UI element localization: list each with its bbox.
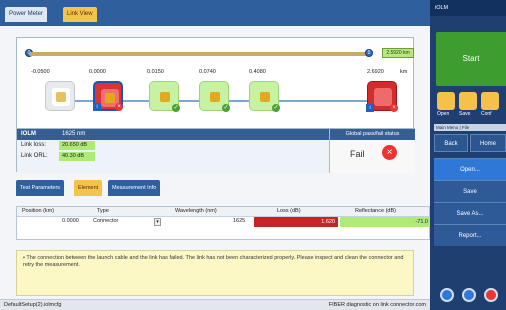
diagnostic-message: • The connection between the launch cabl… (16, 250, 414, 296)
home-button[interactable]: Home (470, 134, 506, 152)
back-button[interactable]: Back (434, 134, 468, 152)
end-marker-icon[interactable]: 0 (365, 49, 373, 57)
pass-fail-value: Fail (350, 149, 365, 159)
loss-cell: 1.620 (254, 217, 338, 227)
end-element[interactable]: i × (366, 81, 398, 112)
table-row[interactable]: 0.0000 Connector ▾ 1625 1.620 -71.0 (17, 217, 431, 227)
open-button[interactable]: Open... (434, 158, 506, 180)
distance-label: 2.6920 (367, 69, 384, 75)
config-file-name: DefaultSetup(2).iolmcfg (4, 302, 62, 308)
distance-label: 0.0150 (147, 69, 164, 75)
tab-power-meter[interactable]: Power Meter (5, 7, 48, 22)
connector-element[interactable]: ✓ (199, 81, 230, 112)
report-button[interactable]: Report... (434, 224, 506, 246)
link-view-panel: 0 0 2.5920 km -0.0500 0.0000 0.0150 0.07… (16, 37, 415, 173)
open-icon[interactable] (437, 92, 455, 110)
status-bar: DefaultSetup(2).iolmcfg FIBER diagnostic… (0, 299, 430, 310)
help-icon[interactable] (440, 288, 454, 302)
fail-icon: × (390, 104, 398, 112)
top-tab-bar: Power Meter Link View (0, 0, 430, 26)
link-length-bar (29, 52, 369, 56)
tab-element[interactable]: Element (74, 180, 103, 196)
link-loss-row: Link loss: 20.650 dB (17, 140, 329, 151)
info-icon: i (366, 104, 374, 112)
save-button[interactable]: Save (434, 180, 506, 202)
link-orl-row: Link ORL: 40.30 dB (17, 151, 329, 162)
tab-test-parameters[interactable]: Test Parameters (16, 180, 65, 196)
sidebar-bottom-icons (430, 286, 506, 306)
diagnostic-status: FIBER diagnostic on link connector.com (328, 302, 426, 308)
distance-label: -0.0500 (31, 69, 50, 75)
start-button[interactable]: Start (436, 32, 506, 86)
distance-unit: km (400, 69, 408, 75)
save-icon[interactable] (459, 92, 477, 110)
distance-label: 0.0740 (199, 69, 216, 75)
fail-icon: × (382, 145, 397, 160)
pass-fail-title: Global pass/fail status (330, 129, 415, 140)
reflectance-cell: -71.0 (340, 217, 431, 227)
right-sidebar: iOLM Start Open Save Conf Main Menu | Fi… (430, 0, 506, 310)
main-area: Power Meter Link View 0 0 2.5920 km -0.0… (0, 0, 431, 310)
info-header: IOLM 1625 nm (17, 129, 329, 140)
connector-element[interactable]: ✓ (249, 81, 280, 112)
tab-measurement-info[interactable]: Measurement Info (108, 180, 161, 196)
link-length-badge: 2.5920 km (382, 48, 414, 58)
type-dropdown-icon[interactable]: ▾ (154, 218, 161, 226)
pass-icon: ✓ (222, 104, 230, 112)
pass-icon: ✓ (272, 104, 280, 112)
launch-cable-element[interactable] (45, 81, 75, 111)
pass-icon: ✓ (172, 104, 180, 112)
fail-icon: × (115, 103, 123, 111)
power-icon[interactable] (484, 288, 498, 302)
element-table: Position (km) Type Wavelength (nm) Loss … (16, 206, 431, 240)
breadcrumb: Main Menu | File (434, 124, 506, 131)
distance-label: 0.4080 (249, 69, 266, 75)
info-icon: i (93, 103, 101, 111)
link-info-panel: IOLM 1625 nm Link loss: 20.650 dB Link ORL… (17, 128, 329, 173)
distance-label: 0.0000 (89, 69, 106, 75)
settings-icon[interactable] (462, 288, 476, 302)
global-pass-fail-panel: Global pass/fail status Fail × (329, 128, 415, 173)
table-header: Position (km) Type Wavelength (nm) Loss … (17, 207, 429, 217)
connector-element-selected[interactable]: i × (93, 81, 123, 111)
connector-element[interactable]: ✓ (149, 81, 180, 112)
sidebar-title: iOLM (430, 0, 506, 16)
config-icon[interactable] (481, 92, 499, 110)
save-as-button[interactable]: Save As... (434, 202, 506, 224)
tab-link-view[interactable]: Link View (63, 7, 97, 22)
